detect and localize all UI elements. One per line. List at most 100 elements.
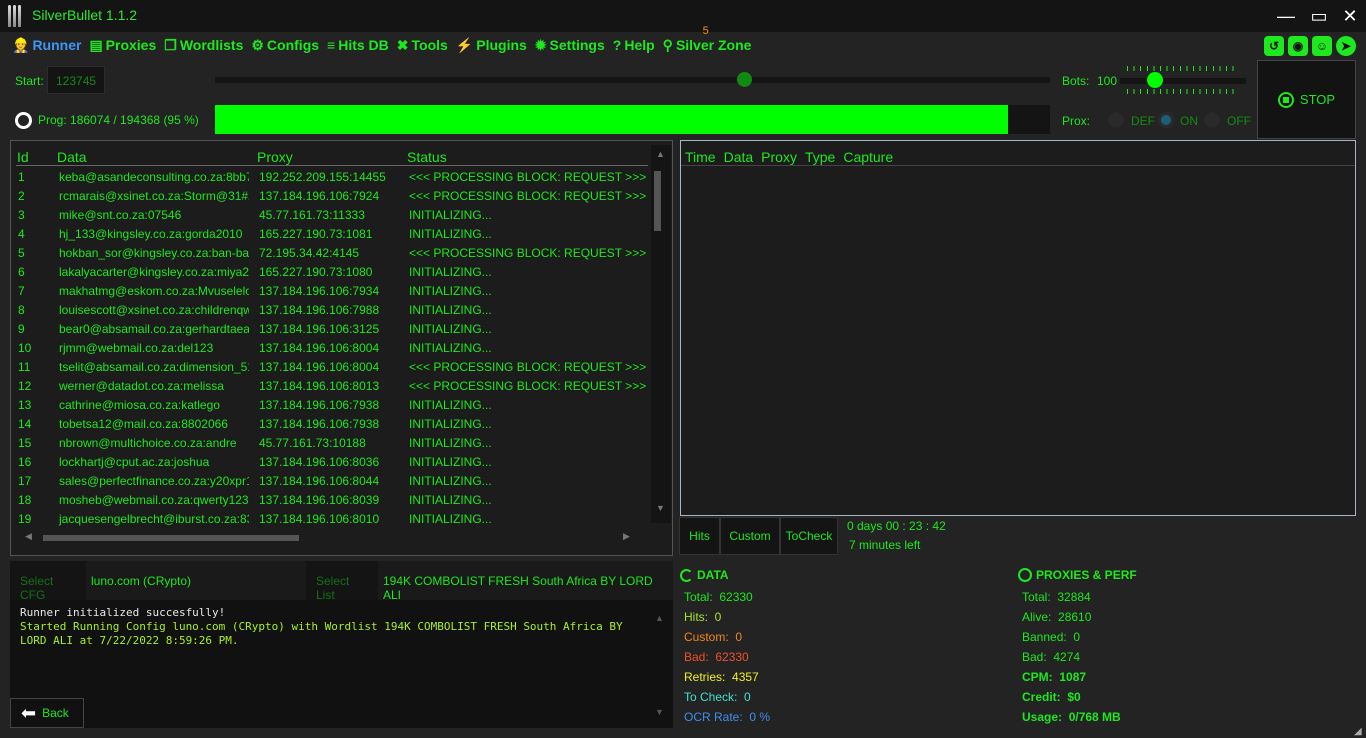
data-table: Id Data Proxy Status 1 keba@asandeconsult… [10,140,673,556]
cell-data: cathrine@miosa.co.za:katlego [59,398,220,412]
stat-value: 62330 [719,590,753,604]
tab-hits[interactable]: Hits [679,517,720,555]
table-row[interactable]: 11 tselit@absamail.co.za:dimension_51 137.… [11,358,646,377]
select-cfg-button[interactable]: Select CFG [10,561,86,602]
table-row[interactable]: 3 mike@snt.co.za:07546 45.77.161.73:11333 I… [11,206,646,225]
col-header-status[interactable]: Status [407,149,447,165]
cell-proxy: 137.184.196.106:7988 [259,303,380,317]
camera-icon[interactable]: ◉ [1288,36,1308,56]
resize-grip-icon[interactable]: ◢ [1354,726,1362,737]
log-scroll-up-icon[interactable]: ▲ [655,613,664,623]
nav-wordlists[interactable]: ❐ Wordlists [164,35,243,55]
cell-id: 16 [18,455,32,469]
col-header-type[interactable]: Type [805,149,835,165]
col-header-proxy[interactable]: Proxy [761,149,797,165]
cell-status: <<< PROCESSING BLOCK: REQUEST >>> [409,170,647,184]
table-row[interactable]: 5 hokban_sor@kingsley.co.za:ban-bar 72.195… [11,244,646,263]
cell-data: mosheb@webmail.co.za:qwerty1234 [59,493,249,507]
scroll-down-icon[interactable]: ▼ [656,503,665,513]
scroll-left-icon[interactable]: ◀ [25,531,32,542]
start-slider[interactable] [215,77,1050,83]
table-row[interactable]: 4 hj_133@kingsley.co.za:gorda2010 165.227.… [11,225,646,244]
scroll-up-icon[interactable]: ▲ [656,149,665,159]
prox-on-label: ON [1180,114,1198,128]
cell-status: <<< PROCESSING BLOCK: REQUEST >>> [409,246,647,260]
tab-custom[interactable]: Custom [720,517,780,555]
col-header-capture[interactable]: Capture [843,149,893,165]
nav-label: Silver Zone [675,37,752,53]
table-row[interactable]: 12 werner@datadot.co.za:melissa 137.184.19… [11,377,646,396]
col-header-time[interactable]: Time [685,149,716,165]
cell-data: bear0@absamail.co.za:gerhardtaeag [59,322,249,336]
stop-label: STOP [1299,92,1336,107]
cell-data: tselit@absamail.co.za:dimension_51 [59,360,249,374]
cell-data: lockhartj@cput.ac.za:joshua [59,455,210,469]
cell-id: 2 [18,189,25,203]
table-row[interactable]: 13 cathrine@miosa.co.za:katlego 137.184.19… [11,396,646,415]
cell-data: jacquesengelbrecht@iburst.co.za:83 [59,512,249,526]
start-slider-thumb[interactable] [737,72,752,87]
cell-data: makhatmg@eskom.co.za:Mvuselelo [59,284,249,298]
table-row[interactable]: 14 tobetsa12@mail.co.za:8802066 137.184.19… [11,415,646,434]
nav-plugins[interactable]: ⚡ Plugins [456,35,527,55]
bots-slider[interactable] [1120,78,1246,84]
data-stat: Bad: 62330 [684,650,749,664]
data-section-title: DATA [680,568,729,582]
cog-icon: ✹ [534,36,547,53]
select-list-button[interactable]: Select List [306,561,378,602]
nav-hits-db[interactable]: ≡ Hits DB [327,35,389,55]
nav-silver-zone[interactable]: ⚲ Silver Zone 5 [663,25,752,55]
col-header-data[interactable]: Data [57,149,87,165]
prox-radio-def[interactable] [1108,112,1124,128]
nav-help[interactable]: ? Help [613,35,655,55]
stop-button[interactable]: STOP [1257,60,1356,139]
col-header-proxy[interactable]: Proxy [257,149,293,165]
nav-proxies[interactable]: ▤ Proxies [89,35,156,55]
table-row[interactable]: 9 bear0@absamail.co.za:gerhardtaeag 137.18… [11,320,646,339]
close-button[interactable]: ✕ [1337,4,1363,28]
nav-settings[interactable]: ✹ Settings [535,35,605,55]
table-row[interactable]: 2 rcmarais@xsinet.co.za:Storm@31#2 137.184… [11,187,646,206]
log-scroll-down-icon[interactable]: ▼ [655,707,664,717]
cell-proxy: 192.252.209.155:14455 [259,170,386,184]
cell-id: 7 [18,284,25,298]
horizontal-scroll-thumb[interactable] [43,535,299,541]
nav-configs[interactable]: ⚙ Configs [251,35,319,55]
progress-fill [215,105,1009,134]
database-icon: ≡ [327,37,336,53]
col-header-data[interactable]: Data [724,149,754,165]
prox-radio-on[interactable] [1158,112,1174,128]
table-row[interactable]: 15 nbrown@multichoice.co.za:andre 45.77.16… [11,434,646,453]
start-input[interactable]: 123745 [47,66,105,94]
table-row[interactable]: 10 rjmm@webmail.co.za:del123 137.184.196.1… [11,339,646,358]
maximize-button[interactable]: ▭ [1306,4,1332,28]
table-row[interactable]: 8 louisescott@xsinet.co.za:childrenqw 137.… [11,301,646,320]
telegram-icon[interactable]: ➤ [1336,36,1356,56]
vertical-scroll-thumb[interactable] [654,171,661,231]
table-row[interactable]: 6 lakalyacarter@kingsley.co.za:miya20 165.… [11,263,646,282]
history-icon[interactable]: ↺ [1264,36,1284,56]
discord-icon[interactable]: ☺ [1312,36,1332,56]
prox-radio-off[interactable] [1204,112,1220,128]
nav-runner[interactable]: 👷 Runner [12,35,81,55]
proxy-stat: Bad: 4274 [1022,650,1080,664]
stat-value: 28610 [1058,610,1092,624]
stat-label: To Check: [684,690,738,704]
cell-proxy: 137.184.196.106:7938 [259,417,380,431]
tab-tocheck[interactable]: ToCheck [780,517,838,555]
scroll-right-icon[interactable]: ▶ [623,531,630,542]
start-label: Start: [15,74,44,88]
table-row[interactable]: 16 lockhartj@cput.ac.za:joshua 137.184.196… [11,453,646,472]
table-row[interactable]: 17 sales@perfectfinance.co.za:y20xpr1 137.… [11,472,646,491]
table-row[interactable]: 7 makhatmg@eskom.co.za:Mvuselelo 137.184.1… [11,282,646,301]
cell-data: hokban_sor@kingsley.co.za:ban-bar [59,246,249,260]
back-button[interactable]: ⬅ Back [10,698,84,728]
table-row[interactable]: 1 keba@asandeconsulting.co.za:8bb7 192.252… [11,168,646,187]
cell-proxy: 137.184.196.106:8010 [259,512,380,526]
col-header-id[interactable]: Id [17,149,29,165]
minimize-button[interactable]: — [1273,4,1299,28]
nav-tools[interactable]: ✖ Tools [397,35,448,55]
cell-id: 5 [18,246,25,260]
bots-slider-thumb[interactable] [1147,72,1163,88]
table-row[interactable]: 18 mosheb@webmail.co.za:qwerty1234 137.184… [11,491,646,510]
